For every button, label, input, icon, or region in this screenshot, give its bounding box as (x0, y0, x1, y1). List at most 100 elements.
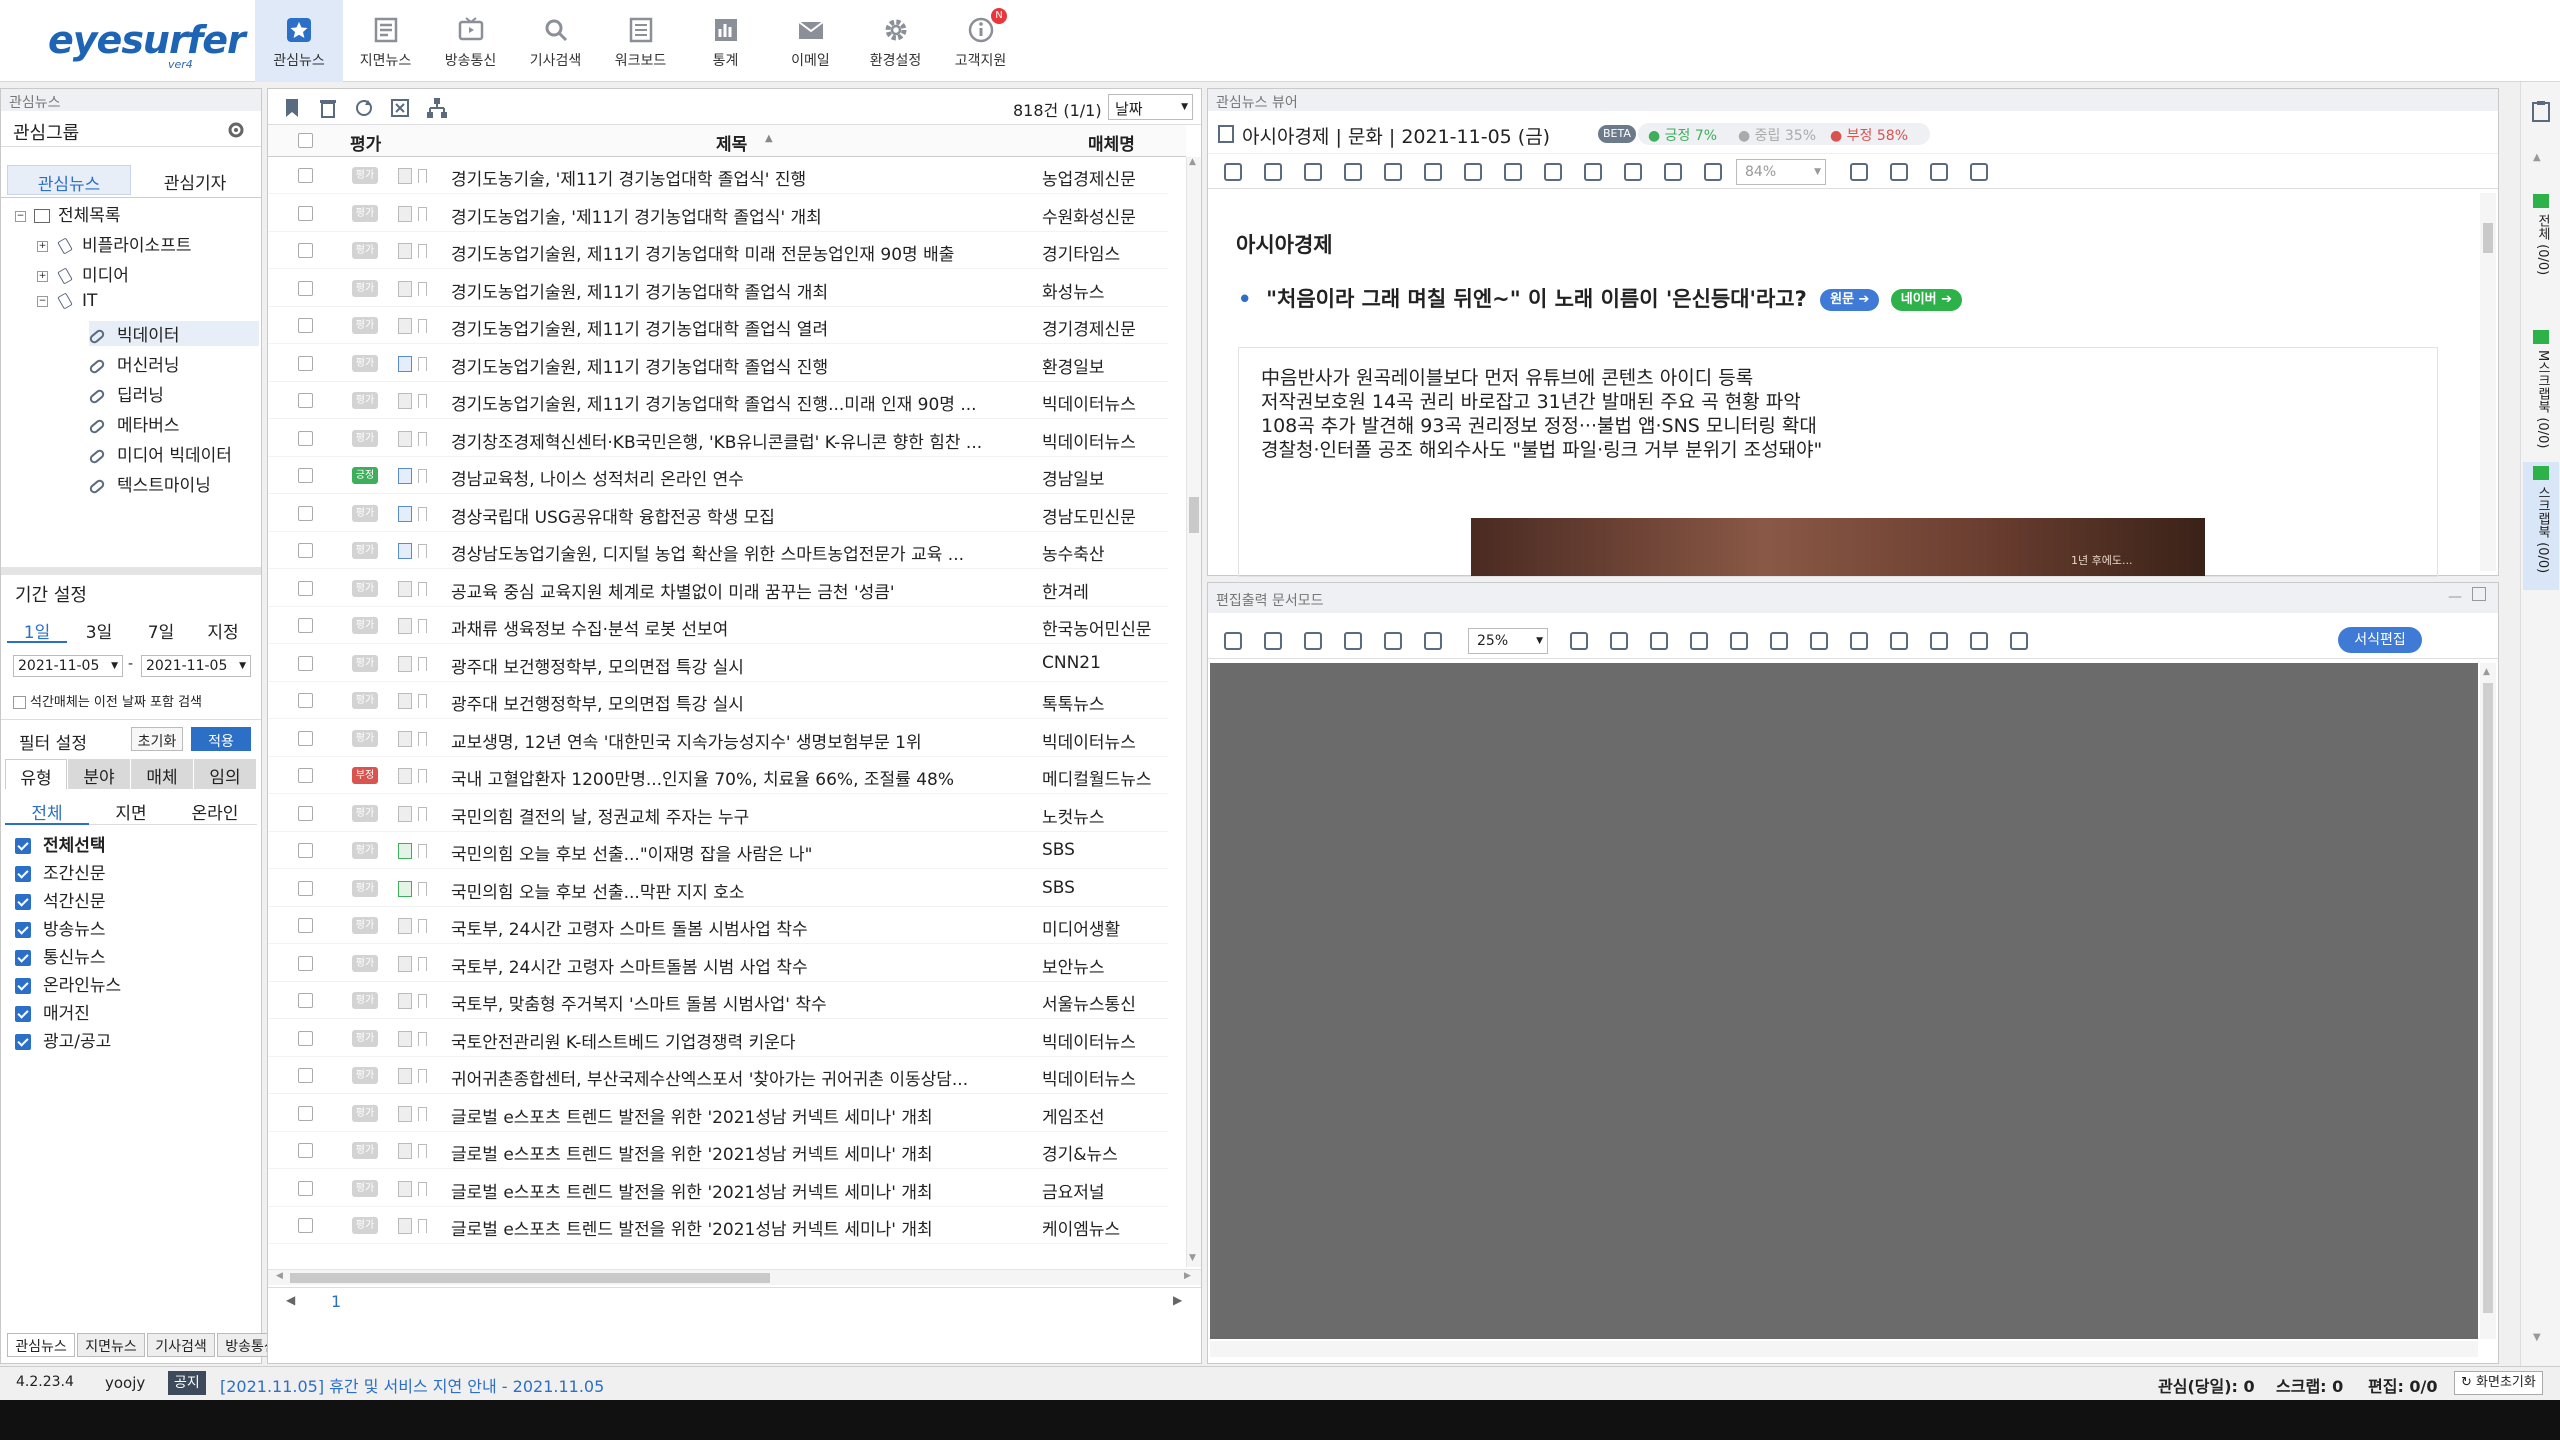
row-title[interactable]: 과채류 생육정보 수집·분석 로봇 선보여 (451, 615, 1041, 640)
maximize-icon[interactable] (2472, 587, 2486, 601)
eval-badge[interactable]: 평가 (352, 729, 378, 747)
refresh-icon[interactable] (1302, 161, 1324, 183)
list-hscrollbar[interactable]: ◀ ▶ (268, 1269, 1201, 1285)
table-row[interactable]: 평가 귀어귀촌종합센터, 부산국제수산엑스포서 '찾아가는 귀어귀촌 이동상담..… (268, 1057, 1168, 1094)
app-logo[interactable]: eyesurfer ver4 (48, 18, 246, 71)
refresh-icon[interactable] (1342, 630, 1364, 652)
original-link-button[interactable]: 원문 ➔ (1820, 289, 1880, 311)
table-row[interactable]: 평가 경기도농업기술원, 제11기 경기농업대학 졸업식 진행...미래 인재 9… (268, 382, 1168, 419)
scrap-folder[interactable]: M스크랩북 (0/0) (2523, 326, 2559, 454)
eval-badge[interactable]: 평가 (352, 1217, 378, 1234)
document-icon[interactable] (398, 730, 412, 747)
scroll-up-icon[interactable]: ▲ (2483, 667, 2490, 677)
checkbox-checked[interactable] (15, 838, 31, 854)
link-icon[interactable] (1502, 161, 1524, 183)
eval-badge[interactable]: 평가 (352, 804, 378, 822)
bookmark-icon[interactable] (418, 619, 427, 633)
row-title[interactable]: 글로벌 e스포츠 트렌드 발전을 위한 '2021성남 커넥트 세미나' 개최 (451, 1103, 1041, 1128)
eval-badge[interactable]: 평가 (352, 204, 378, 222)
eval-badge[interactable]: 평가 (352, 992, 378, 1009)
document-icon[interactable] (398, 768, 412, 784)
row-title[interactable]: 공교육 중심 교육지원 체계로 차별없이 미래 꿈꾸는 금천 '성큼' (451, 578, 1041, 603)
row-title[interactable]: 국민의힘 오늘 후보 선출..."이재명 잡을 사람은 나" (451, 840, 1041, 865)
bookmark-icon[interactable] (418, 956, 427, 971)
scrap-folder[interactable]: 전체 (0/0) (2523, 190, 2559, 318)
row-title[interactable]: 경기도농업기술, '제11기 경기농업대학 졸업식' 개최 (451, 203, 1041, 228)
document-icon[interactable] (398, 543, 412, 559)
sort-select[interactable]: 날짜 ▼ (1108, 94, 1193, 120)
date-from-field[interactable]: 2021-11-05 ▼ (13, 655, 123, 677)
apply-button[interactable]: 적용 (191, 727, 251, 751)
tree-item[interactable]: 머신러닝 (87, 351, 180, 376)
trash-icon[interactable] (1262, 161, 1284, 183)
tree-item[interactable]: 미디어 빅데이터 (87, 441, 232, 466)
person-icon[interactable] (1888, 630, 1910, 652)
col-eval[interactable]: 평가 (350, 130, 381, 155)
clipboard-icon[interactable] (2530, 100, 2552, 122)
row-checkbox[interactable] (298, 1068, 313, 1083)
zoom-out-icon[interactable] (1702, 161, 1724, 183)
page-icon[interactable] (1848, 161, 1870, 183)
eval-badge[interactable]: 평가 (352, 579, 378, 597)
print-icon[interactable] (1302, 630, 1324, 652)
document-icon[interactable] (398, 205, 412, 222)
row-checkbox[interactable] (298, 1218, 313, 1233)
type-tab[interactable]: 온라인 (173, 795, 257, 825)
table-row[interactable]: 평가 국토부, 24시간 고령자 스마트 돌봄 시범사업 착수 미디어생활 (268, 907, 1168, 944)
bookmark-icon[interactable] (418, 881, 427, 896)
document-icon[interactable] (398, 1030, 412, 1047)
col-media[interactable]: 매체명 (1088, 130, 1135, 155)
row-title[interactable]: 경기도농업기술원, 제11기 경기농업대학 미래 전문농업인재 90명 배출 (451, 240, 1041, 265)
naver-link-button[interactable]: 네이버 ➔ (1890, 289, 1963, 311)
expand-icon[interactable]: + (37, 270, 48, 282)
filter-tab[interactable]: 임의 (194, 759, 256, 789)
bookmark-icon[interactable] (418, 581, 427, 596)
row-checkbox[interactable] (298, 843, 313, 858)
nav-search[interactable]: 기사검색 (513, 0, 598, 82)
row-checkbox[interactable] (298, 280, 313, 296)
document-icon[interactable] (398, 580, 412, 597)
table-row[interactable]: 평가 경기도농기술, '제11기 경기농업대학 졸업식' 진행 농업경제신문 (268, 157, 1168, 194)
checkbox-checked[interactable] (15, 950, 31, 966)
row-checkbox[interactable] (298, 505, 313, 521)
tree-item[interactable]: + 비플라이소프트 (37, 231, 191, 256)
save-icon[interactable] (1342, 161, 1364, 183)
viewer-vscrollbar[interactable] (2480, 193, 2496, 571)
page-icon[interactable] (1608, 630, 1630, 652)
bookmark-icon[interactable] (418, 731, 427, 746)
table-row[interactable]: 평가 경기도농업기술원, 제11기 경기농업대학 졸업식 열려 경기경제신문 (268, 307, 1168, 344)
type-tab[interactable]: 전체 (5, 795, 89, 825)
tree-item[interactable]: 텍스트마이닝 (87, 471, 211, 496)
row-title[interactable]: 국민의힘 결전의 날, 정권교체 주자는 누구 (451, 803, 1041, 828)
row-checkbox[interactable] (298, 1143, 313, 1158)
tree-item[interactable]: − IT (37, 291, 97, 311)
table-row[interactable]: 평가 경기창조경제혁신센터·KB국민은행, 'KB유니콘클럽' K-유니콘 향한 … (268, 420, 1168, 457)
scrap-folder[interactable]: 스크랩북 (0/0) (2523, 462, 2559, 590)
tree-item[interactable]: 빅데이터 (87, 321, 259, 346)
folder-open-icon[interactable] (1222, 630, 1244, 652)
row-checkbox[interactable] (298, 1030, 313, 1046)
document-icon[interactable] (398, 918, 412, 934)
type-check-item[interactable]: 조간신문 (15, 859, 106, 884)
document-icon[interactable] (398, 1180, 412, 1197)
grid-icon[interactable] (1622, 161, 1644, 183)
table-row[interactable]: 평가 국민의힘 오늘 후보 선출...막판 지지 호소 SBS (268, 870, 1168, 907)
eval-badge[interactable]: 평가 (352, 842, 378, 859)
col-title[interactable]: 제목 (716, 130, 747, 155)
eval-badge[interactable]: 평가 (352, 954, 378, 972)
type-tab[interactable]: 지면 (89, 795, 173, 825)
checkbox-checked[interactable] (15, 866, 31, 882)
bookmark-icon[interactable] (418, 694, 427, 708)
eval-badge[interactable]: 평가 (352, 1029, 378, 1047)
row-title[interactable]: 경기도농업기술원, 제11기 경기농업대학 졸업식 진행 (451, 353, 1041, 378)
eval-badge[interactable]: 평가 (352, 1142, 378, 1159)
document-icon[interactable] (398, 430, 412, 447)
sidebar-down-icon[interactable]: ▼ (2533, 1332, 2541, 1343)
type-check-item[interactable]: 광고/공고 (15, 1027, 111, 1052)
row-checkbox[interactable] (298, 880, 313, 896)
rotate-icon[interactable] (1848, 630, 1870, 652)
document-icon[interactable] (398, 1218, 412, 1234)
eval-badge[interactable]: 평가 (352, 654, 378, 672)
row-title[interactable]: 경기도농기술, '제11기 경기농업대학 졸업식' 진행 (451, 165, 1041, 190)
undo-icon[interactable] (1968, 630, 1990, 652)
